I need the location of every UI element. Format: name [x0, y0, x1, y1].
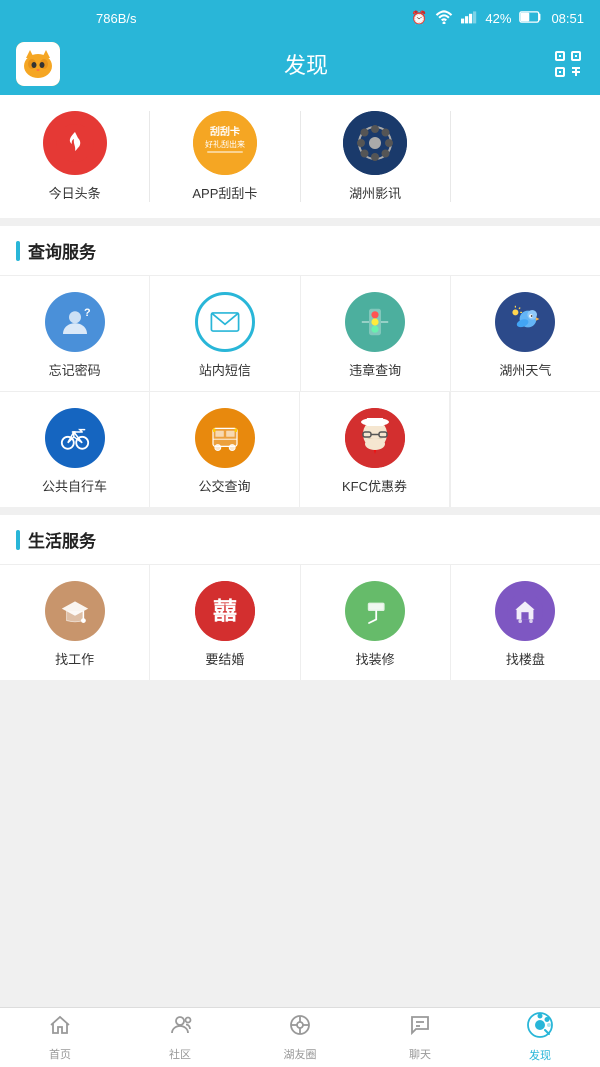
nav-friends-label: 湖友圈	[284, 1046, 317, 1062]
alarm-icon: ⏰	[411, 10, 427, 26]
discover-icon	[527, 1012, 553, 1044]
nav-community[interactable]: 社区	[120, 1008, 240, 1067]
chat-icon	[408, 1013, 432, 1043]
job-label: 找工作	[55, 649, 94, 668]
section-bar-query	[16, 241, 20, 261]
app-movie[interactable]: 湖州影讯	[301, 111, 451, 202]
decor-icon	[345, 581, 405, 641]
grid-forgot-password[interactable]: ? 忘记密码	[0, 276, 150, 391]
query-section-title: 查询服务	[28, 238, 96, 263]
movie-icon	[343, 111, 407, 175]
grid-weather[interactable]: 湖州天气	[451, 276, 600, 391]
bus-label: 公交查询	[198, 476, 250, 495]
toutiao-icon	[43, 111, 107, 175]
query-grid: ? 忘记密码 站内短信	[0, 275, 600, 507]
bottom-navigation: 首页 社区 湖友圈	[0, 1007, 600, 1067]
nav-home[interactable]: 首页	[0, 1008, 120, 1067]
toutiao-label: 今日头条	[49, 183, 101, 202]
house-label: 找楼盘	[506, 649, 545, 668]
grid-kfc[interactable]: KFC优惠券	[300, 392, 450, 507]
page-bottom-spacer	[0, 688, 600, 756]
job-icon	[45, 581, 105, 641]
grid-violation[interactable]: 违章查询	[301, 276, 451, 391]
weather-label: 湖州天气	[499, 360, 551, 379]
grid-job[interactable]: 找工作	[0, 565, 150, 680]
app-toutiao[interactable]: 今日头条	[0, 111, 150, 202]
kfc-icon	[345, 408, 405, 468]
svg-text:刮刮卡: 刮刮卡	[210, 125, 240, 138]
nav-chat-label: 聊天	[409, 1046, 431, 1062]
nav-friends[interactable]: 湖友圈	[240, 1008, 360, 1067]
nav-home-label: 首页	[49, 1046, 71, 1062]
house-icon	[495, 581, 555, 641]
wifi-icon	[435, 10, 453, 27]
page-title: 发现	[60, 48, 552, 80]
battery-icon	[519, 10, 543, 27]
bike-label: 公共自行车	[42, 476, 107, 495]
grid-marry[interactable]: 囍 要结婚	[150, 565, 300, 680]
sms-icon	[195, 292, 255, 352]
marry-icon: 囍	[195, 581, 255, 641]
weather-icon	[495, 292, 555, 352]
bus-icon	[195, 408, 255, 468]
app-scratchcard[interactable]: 刮刮卡 好礼刮出来 APP刮刮卡	[150, 111, 300, 202]
movie-label: 湖州影讯	[349, 183, 401, 202]
header: 发现	[0, 36, 600, 92]
signal-icon	[461, 10, 477, 27]
app-logo[interactable]	[16, 42, 60, 86]
kfc-label: KFC优惠券	[342, 476, 407, 495]
violation-label: 违章查询	[349, 360, 401, 379]
nav-community-label: 社区	[169, 1046, 191, 1062]
scratchcard-label: APP刮刮卡	[192, 183, 257, 202]
decor-label: 找装修	[356, 649, 395, 668]
status-bar: 786B/s ⏰ 42% 08:51	[0, 0, 600, 36]
query-row-2: 公共自行车 公交查询	[0, 391, 600, 507]
time: 08:51	[551, 11, 584, 26]
friends-icon	[288, 1013, 312, 1043]
nav-discover[interactable]: 发现	[480, 1008, 600, 1067]
section-bar-life	[16, 530, 20, 550]
life-section-header: 生活服务	[0, 515, 600, 564]
violation-icon	[345, 292, 405, 352]
grid-bus[interactable]: 公交查询	[150, 392, 300, 507]
svg-text:好礼刮出来: 好礼刮出来	[205, 139, 245, 149]
top-apps-section: 今日头条 刮刮卡 好礼刮出来 APP刮刮卡	[0, 95, 600, 218]
life-row-1: 找工作 囍 要结婚	[0, 564, 600, 680]
forgot-password-icon: ?	[45, 292, 105, 352]
query-section-header: 查询服务	[0, 226, 600, 275]
home-icon	[48, 1013, 72, 1043]
forgot-password-label: 忘记密码	[49, 360, 101, 379]
empty-slot-2	[450, 392, 600, 507]
network-speed: 786B/s	[96, 11, 136, 26]
battery-percent: 42%	[485, 11, 511, 26]
scratchcard-icon: 刮刮卡 好礼刮出来	[193, 111, 257, 175]
bike-icon	[45, 408, 105, 468]
sms-label: 站内短信	[199, 360, 251, 379]
svg-text:囍: 囍	[213, 598, 237, 625]
svg-text:?: ?	[84, 307, 91, 319]
nav-chat[interactable]: 聊天	[360, 1008, 480, 1067]
grid-sms[interactable]: 站内短信	[150, 276, 300, 391]
scan-button[interactable]	[552, 48, 584, 80]
life-grid: 找工作 囍 要结婚	[0, 564, 600, 680]
grid-decor[interactable]: 找装修	[301, 565, 451, 680]
life-section-title: 生活服务	[28, 527, 96, 552]
grid-bike[interactable]: 公共自行车	[0, 392, 150, 507]
community-icon	[168, 1013, 192, 1043]
nav-discover-label: 发现	[529, 1047, 551, 1063]
grid-house[interactable]: 找楼盘	[451, 565, 600, 680]
query-row-1: ? 忘记密码 站内短信	[0, 275, 600, 391]
empty-slot	[451, 111, 600, 202]
marry-label: 要结婚	[205, 649, 244, 668]
